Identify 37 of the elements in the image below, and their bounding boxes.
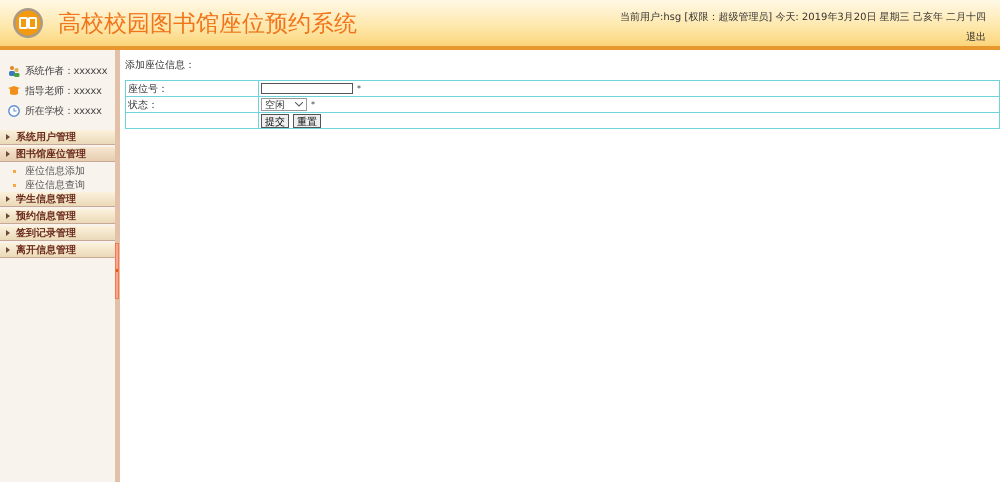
info-text: 系统作者：xxxxxx — [25, 64, 108, 78]
clock-icon — [8, 105, 20, 117]
menu-item[interactable]: 座位信息添加 — [25, 164, 85, 178]
menu-group[interactable]: 图书馆座位管理 — [0, 147, 115, 162]
seat-number-field[interactable] — [261, 83, 353, 94]
triangle-icon — [6, 230, 10, 236]
triangle-icon — [6, 151, 10, 157]
menu-item[interactable]: 座位信息查询 — [25, 178, 85, 192]
required-mark: * — [357, 84, 361, 93]
form-button[interactable]: 重置 — [293, 114, 321, 128]
field-label: 座位号： — [126, 80, 258, 96]
chevron-down-icon — [295, 102, 303, 107]
info-text: 所在学校：xxxxx — [25, 104, 102, 118]
required-mark: * — [311, 100, 315, 109]
menu-group[interactable]: 离开信息管理 — [0, 243, 115, 258]
status-select[interactable]: 空闲 — [261, 98, 307, 111]
logo-icon — [12, 7, 44, 39]
menu-group[interactable]: 签到记录管理 — [0, 226, 115, 241]
hat-icon — [8, 86, 20, 96]
triangle-icon — [6, 247, 10, 253]
bullet-icon — [13, 170, 16, 172]
menu-group[interactable]: 系统用户管理 — [0, 130, 115, 145]
collapse-handle[interactable] — [115, 243, 119, 299]
bullet-icon — [13, 184, 16, 186]
menu-group[interactable]: 学生信息管理 — [0, 192, 115, 207]
app-title: 高校校园图书馆座位预约系统 — [58, 10, 357, 38]
form-button[interactable]: 提交 — [261, 114, 289, 128]
triangle-icon — [6, 134, 10, 140]
menu-group[interactable]: 预约信息管理 — [0, 209, 115, 224]
field-label: 状态： — [126, 96, 258, 112]
user-info: 当前用户:hsg [权限：超级管理员] 今天: 2019年3月20日 星期三 己亥年 二月十四 — [620, 10, 986, 24]
logout-link[interactable]: 退出 — [966, 30, 986, 44]
form-title: 添加座位信息： — [125, 58, 196, 72]
info-text: 指导老师：xxxxx — [25, 84, 102, 98]
triangle-icon — [6, 213, 10, 219]
triangle-icon — [6, 196, 10, 202]
people-icon — [8, 65, 20, 77]
